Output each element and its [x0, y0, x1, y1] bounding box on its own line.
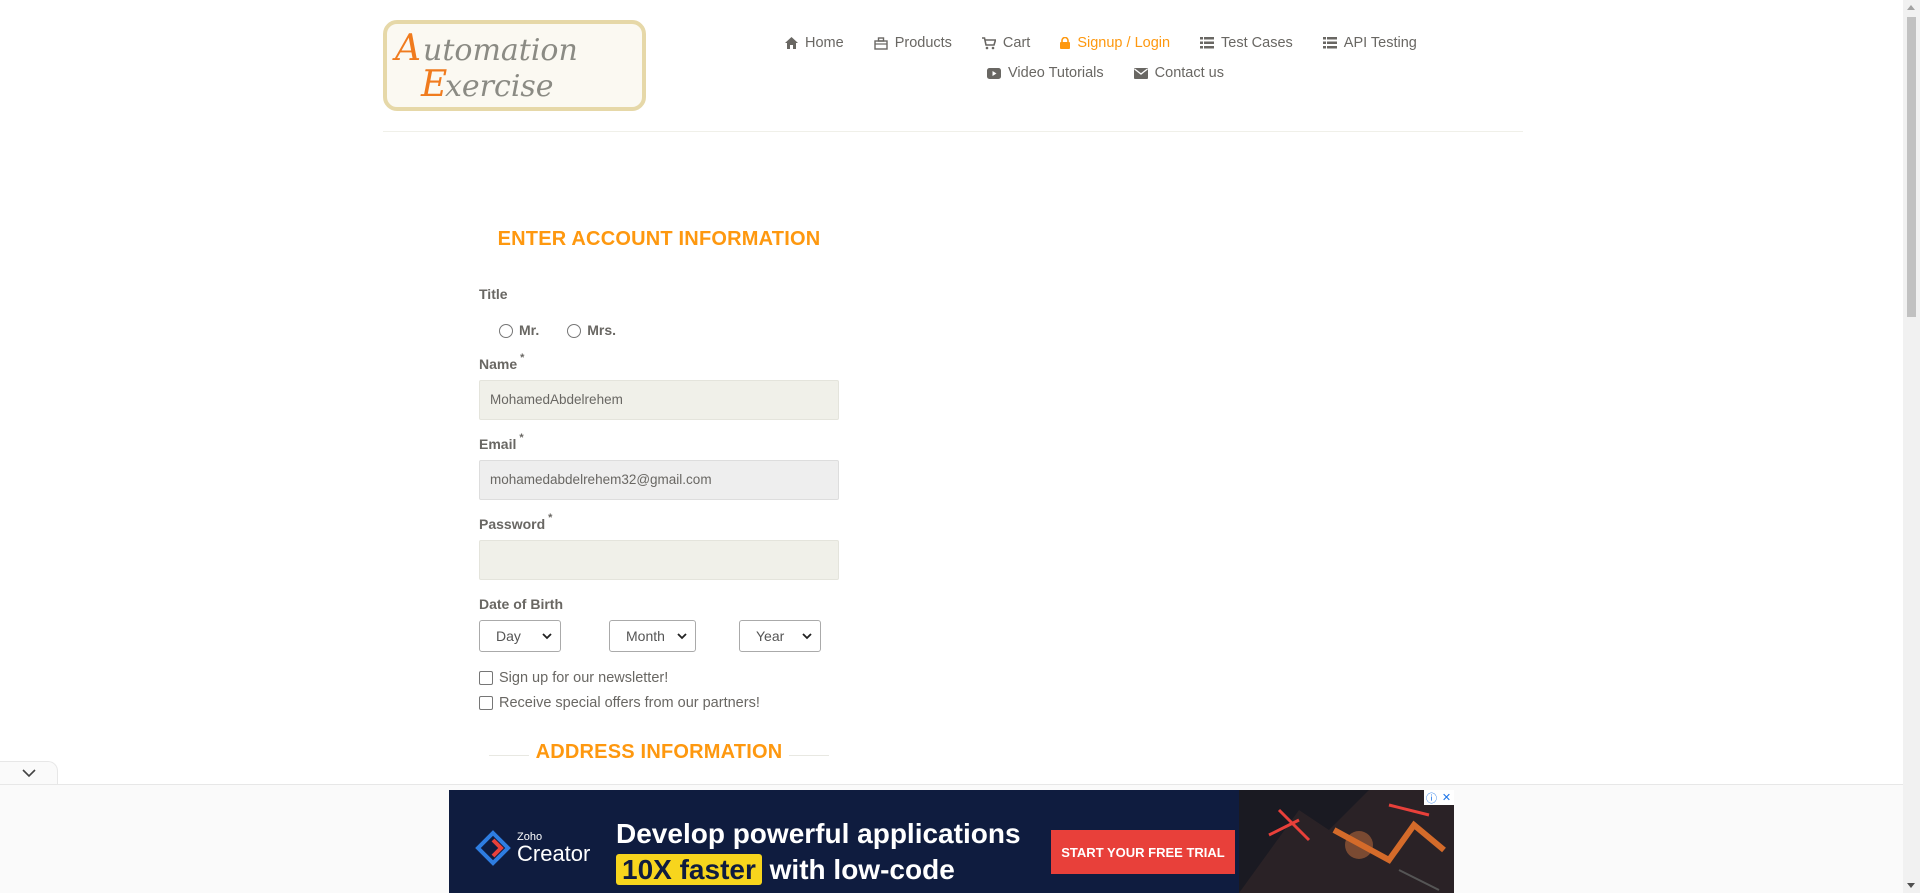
- dob-label: Date of Birth: [479, 596, 563, 612]
- title-option-mrs[interactable]: Mrs.: [567, 321, 616, 338]
- name-label: Name *: [479, 352, 524, 372]
- name-label-text: Name: [479, 356, 518, 372]
- list-icon: [1322, 37, 1337, 49]
- ad-close-icon[interactable]: ✕: [1439, 790, 1454, 805]
- radio-mr[interactable]: [499, 324, 513, 338]
- list-icon: [1200, 37, 1215, 49]
- nav-video-tutorials-label: Video Tutorials: [1008, 65, 1104, 81]
- cart-icon: [981, 36, 996, 49]
- newsletter-checkbox[interactable]: [479, 671, 493, 685]
- logo-line2: xercise: [445, 69, 554, 104]
- dob-day-value: Day: [496, 628, 521, 644]
- nav-contact-us-label: Contact us: [1154, 65, 1224, 81]
- chevron-down-icon: [677, 633, 687, 640]
- password-label-text: Password: [479, 516, 546, 532]
- nav-test-cases-label: Test Cases: [1221, 35, 1293, 51]
- ad-brand-text: Zoho Creator: [517, 831, 591, 866]
- newsletter-option[interactable]: Sign up for our newsletter!: [479, 670, 668, 686]
- title-label: Title: [479, 286, 508, 302]
- ad-headline-line2: 10X faster with low-code: [616, 852, 1021, 888]
- account-info-heading: ENTER ACCOUNT INFORMATION: [497, 228, 821, 250]
- header-divider: [383, 131, 1523, 132]
- offers-checkbox[interactable]: [479, 696, 493, 710]
- scroll-up-icon[interactable]: [1907, 5, 1915, 10]
- ad-controls: ⓘ ✕: [1424, 790, 1454, 805]
- logo-graphic: A utomation E xercise: [392, 28, 578, 105]
- ad-athlete-image: [1239, 790, 1454, 893]
- nav-products[interactable]: Products: [873, 35, 952, 51]
- required-mark: *: [519, 432, 524, 444]
- title-option-mr[interactable]: Mr.: [499, 321, 539, 338]
- address-info-heading: ADDRESS INFORMATION: [535, 741, 783, 763]
- nav-signup-login-label: Signup / Login: [1077, 35, 1171, 51]
- radio-mr-label: Mr.: [519, 321, 540, 338]
- scroll-thumb[interactable]: [1907, 17, 1916, 317]
- zoho-creator-logo-icon: [475, 830, 511, 866]
- chevron-down-icon: [802, 633, 812, 640]
- offers-label: Receive special offers from our partners…: [499, 695, 760, 711]
- dob-year-value: Year: [756, 628, 785, 644]
- svg-text:A: A: [392, 28, 421, 69]
- chevron-down-icon: [21, 769, 36, 778]
- password-input[interactable]: [479, 540, 839, 580]
- ad-headline-line1: Develop powerful applications: [616, 818, 1021, 849]
- name-input[interactable]: MohamedAbdelrehem: [479, 380, 839, 420]
- products-icon: [873, 36, 888, 50]
- password-label: Password *: [479, 512, 552, 532]
- nav-api-testing-label: API Testing: [1343, 35, 1417, 51]
- title-radio-group: Mr. Mrs.: [499, 321, 616, 338]
- envelope-icon: [1133, 67, 1148, 79]
- nav-home-label: Home: [805, 35, 844, 51]
- svg-text:E: E: [420, 64, 447, 105]
- ad-headline-rest: with low-code: [769, 854, 955, 885]
- dob-month-select[interactable]: Month: [609, 620, 696, 652]
- nav-cart[interactable]: Cart: [981, 35, 1031, 51]
- required-mark: *: [548, 512, 553, 524]
- ad-collapse-button[interactable]: [0, 761, 58, 785]
- ad-brand: Zoho Creator: [475, 830, 590, 866]
- email-input[interactable]: mohamedabdelrehem32@gmail.com: [479, 460, 839, 500]
- lock-icon: [1060, 37, 1071, 49]
- nav-products-label: Products: [894, 35, 952, 51]
- site-logo[interactable]: A utomation E xercise: [383, 20, 646, 111]
- nav-test-cases[interactable]: Test Cases: [1200, 35, 1293, 51]
- dob-day-select[interactable]: Day: [479, 620, 561, 652]
- email-label-text: Email: [479, 436, 517, 452]
- email-label: Email *: [479, 432, 524, 452]
- ad-cta-button[interactable]: START YOUR FREE TRIAL: [1051, 830, 1235, 874]
- nav-video-tutorials[interactable]: Video Tutorials: [987, 65, 1104, 81]
- ad-banner[interactable]: Zoho Creator Develop powerful applicatio…: [449, 790, 1454, 893]
- logo-line1: utomation: [423, 33, 578, 68]
- nav-signup-login[interactable]: Signup / Login: [1060, 35, 1170, 51]
- nav-contact-us[interactable]: Contact us: [1133, 65, 1224, 81]
- scroll-down-icon[interactable]: [1907, 883, 1915, 888]
- ad-headline-highlight: 10X faster: [616, 854, 762, 885]
- home-icon: [785, 37, 798, 49]
- radio-mrs-label: Mrs.: [587, 321, 617, 338]
- offers-option[interactable]: Receive special offers from our partners…: [479, 695, 760, 711]
- newsletter-label: Sign up for our newsletter!: [499, 670, 669, 686]
- dob-month-value: Month: [626, 628, 665, 644]
- site-header: A utomation E xercise Home Products Cart…: [0, 0, 1900, 132]
- ad-headline: Develop powerful applications 10X faster…: [616, 816, 1021, 888]
- required-mark: *: [520, 352, 525, 364]
- nav-cart-label: Cart: [1002, 35, 1031, 51]
- ad-info-icon[interactable]: ⓘ: [1424, 790, 1439, 805]
- radio-mrs[interactable]: [567, 324, 582, 338]
- ad-brand-big: Creator: [517, 840, 591, 866]
- dob-year-select[interactable]: Year: [739, 620, 821, 652]
- nav-api-testing[interactable]: API Testing: [1322, 35, 1417, 51]
- page-scrollbar[interactable]: [1903, 0, 1920, 893]
- nav-home[interactable]: Home: [785, 35, 844, 51]
- main-nav: Home Products Cart Signup / Login Test C…: [785, 28, 1425, 88]
- youtube-icon: [987, 67, 1001, 79]
- chevron-down-icon: [542, 633, 552, 640]
- signup-form: ENTER ACCOUNT INFORMATION Title Mr. Mrs.…: [479, 228, 839, 763]
